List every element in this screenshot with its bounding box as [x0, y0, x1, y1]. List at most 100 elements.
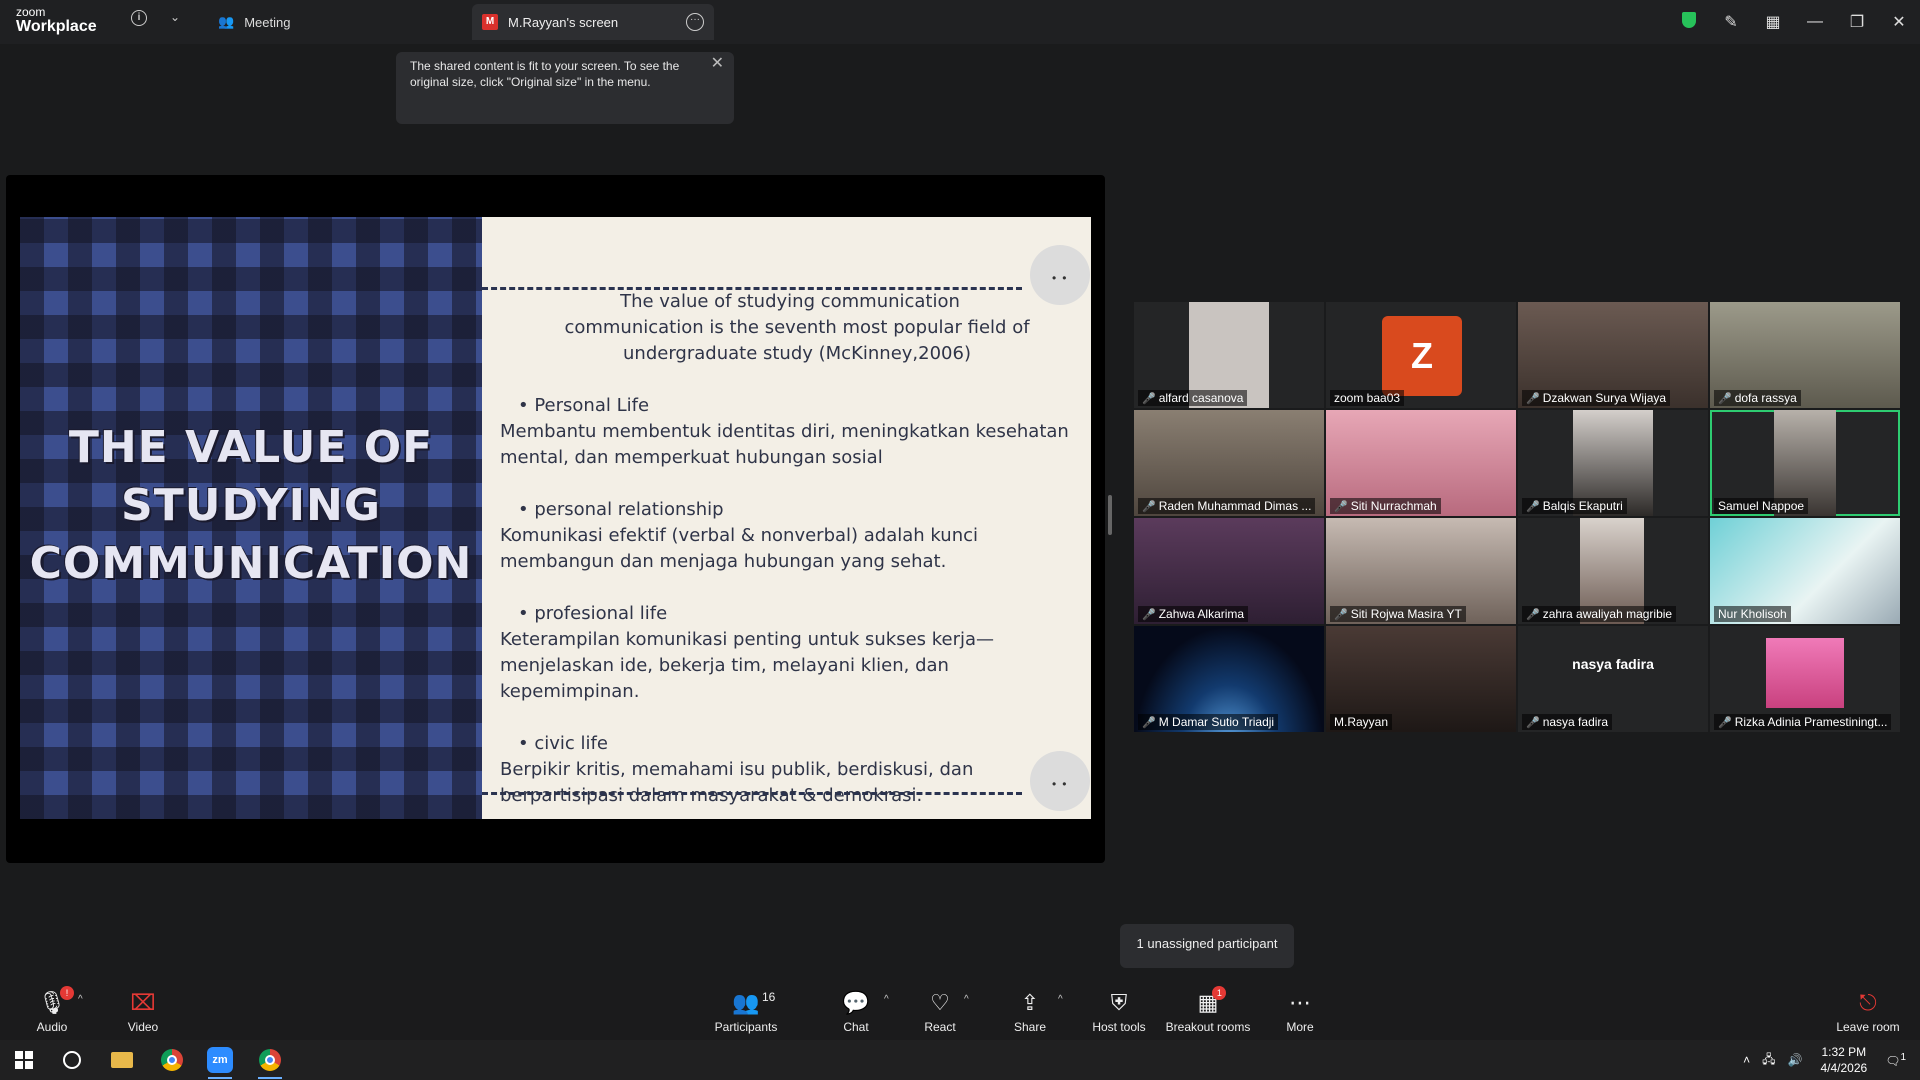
participants-button[interactable]: 👥 Participants — [710, 980, 782, 1040]
system-tray: ˄ 🖧 🔊 1:32 PM 4/4/2026 🗨1 — [1737, 1040, 1920, 1080]
heart-icon: ♡ — [930, 990, 950, 1015]
video-tile[interactable]: 🎤 zahra awaliyah magribie — [1518, 518, 1708, 624]
shared-screen-view[interactable]: THE VALUE OF STUDYING COMMUNICATION •• •… — [6, 175, 1105, 863]
participant-name: zahra awaliyah magribie — [1542, 607, 1673, 621]
participants-icon: 👥 — [732, 990, 760, 1015]
breakout-rooms-button[interactable]: ▦ 1 Breakout rooms — [1162, 980, 1254, 1040]
chrome-icon — [259, 1049, 281, 1071]
zoom-app-icon: zm — [207, 1047, 233, 1073]
participant-name: dofa rassya — [1734, 391, 1797, 405]
show-hidden-icons-icon[interactable]: ˄ — [1737, 1053, 1756, 1067]
annotate-pencil-icon[interactable]: ✎ — [1710, 12, 1752, 32]
share-options-caret[interactable]: ^ — [1058, 994, 1063, 1005]
video-tile[interactable]: 🎤 dofa rassya — [1710, 302, 1900, 408]
minimize-icon[interactable]: — — [1794, 13, 1836, 31]
security-shield-icon[interactable] — [1668, 11, 1710, 33]
mic-muted-icon: 🎤 — [1142, 392, 1156, 405]
video-tile[interactable]: 🎤 Zahwa Alkarima — [1134, 518, 1324, 624]
participant-name: Nur Kholisoh — [1718, 607, 1787, 621]
taskbar-chrome[interactable] — [148, 1040, 196, 1080]
taskbar-zoom[interactable]: zm — [196, 1040, 244, 1080]
leave-room-button[interactable]: ⎋ Leave room — [1832, 980, 1904, 1040]
video-tile[interactable]: 🎤 Raden Muhammad Dimas ... — [1134, 410, 1324, 516]
search-icon — [63, 1051, 81, 1069]
video-tile[interactable]: nasya fadira 🎤 nasya fadira — [1518, 626, 1708, 732]
windows-taskbar: zm ˄ 🖧 🔊 1:32 PM 4/4/2026 🗨1 — [0, 1040, 1920, 1080]
notifications-icon[interactable]: 🗨1 — [1879, 1052, 1920, 1068]
paragraph-civic-life: Berpikir kritis, memahami isu publik, be… — [500, 759, 974, 806]
window-controls: ✎ ▦ — ❐ ✕ — [1668, 0, 1920, 44]
mic-muted-icon: 🎤 — [1142, 716, 1156, 729]
more-button[interactable]: ⋯ More — [1280, 980, 1320, 1040]
mic-muted-icon: 🎤 — [1142, 608, 1156, 621]
mic-muted-icon: 🎤 — [1142, 500, 1156, 513]
chrome-icon — [161, 1049, 183, 1071]
bullet-civic-life: civic life — [500, 731, 1080, 757]
audio-options-caret[interactable]: ^ — [78, 994, 83, 1005]
react-button[interactable]: ♡ React — [920, 980, 960, 1040]
taskbar-file-explorer[interactable] — [98, 1040, 146, 1080]
volume-icon[interactable]: 🔊 — [1782, 1053, 1809, 1067]
bullet-personal-life: Personal Life — [500, 393, 1080, 419]
taskbar-chrome-2[interactable] — [246, 1040, 294, 1080]
chat-button[interactable]: 💬 Chat — [836, 980, 876, 1040]
fit-screen-notification: The shared content is fit to your screen… — [396, 52, 734, 124]
participant-avatar-image — [1766, 638, 1844, 708]
title-bar: zoom Workplace i ⌄ 👥 Meeting M M.Rayyan'… — [0, 0, 1920, 44]
clock-date: 4/4/2026 — [1820, 1061, 1868, 1075]
participant-name: M Damar Sutio Triadji — [1158, 715, 1275, 729]
shared-screen-tab[interactable]: M M.Rayyan's screen ··· — [472, 4, 714, 40]
share-button[interactable]: ⇪ Share — [1008, 980, 1052, 1040]
participant-name: Zahwa Alkarima — [1158, 607, 1245, 621]
audio-button[interactable]: 🎙! Audio — [30, 980, 74, 1040]
close-icon[interactable]: ✕ — [1878, 12, 1920, 32]
video-tile[interactable]: 🎤 Rizka Adinia Pramestiningt... — [1710, 626, 1900, 732]
slide-subheading: communication is the seventh most popula… — [564, 317, 1030, 364]
video-tile[interactable]: 🎤 Balqis Ekaputri — [1518, 410, 1708, 516]
meeting-tab[interactable]: 👥 Meeting — [218, 0, 290, 44]
microphone-icon: 🎙! — [38, 986, 74, 1016]
slide-left-title: THE VALUE OF STUDYING COMMUNICATION — [29, 422, 473, 589]
network-icon[interactable]: 🖧 — [1756, 1050, 1781, 1071]
host-tools-button[interactable]: ⛨ Host tools — [1084, 980, 1154, 1040]
restore-icon[interactable]: ❐ — [1836, 12, 1878, 32]
video-tile[interactable]: 🎤 M Damar Sutio Triadji — [1134, 626, 1324, 732]
participant-name: Samuel Nappoe — [1718, 499, 1805, 513]
folder-icon — [111, 1052, 133, 1068]
chat-bubble-icon: 💬 — [842, 990, 870, 1015]
video-tile[interactable]: 🎤 Siti Rojwa Masira YT — [1326, 518, 1516, 624]
plaid-panel: THE VALUE OF STUDYING COMMUNICATION — [20, 217, 482, 819]
presenter-initial-icon: M — [482, 14, 498, 30]
notification-text: The shared content is fit to your screen… — [410, 59, 680, 89]
react-options-caret[interactable]: ^ — [964, 994, 969, 1005]
clock-time: 1:32 PM — [1821, 1045, 1867, 1059]
mic-muted-icon: 🎤 — [1334, 608, 1348, 621]
layout-icon[interactable]: ▦ — [1752, 12, 1794, 32]
presentation-slide: THE VALUE OF STUDYING COMMUNICATION •• •… — [20, 217, 1091, 819]
video-button[interactable]: ⌧ Video — [120, 980, 166, 1040]
video-tile[interactable]: Nur Kholisoh — [1710, 518, 1900, 624]
participant-avatar: Z — [1382, 316, 1462, 396]
mic-muted-icon: 🎤 — [1718, 716, 1732, 729]
view-options-icon[interactable]: ··· — [686, 13, 704, 31]
chat-options-caret[interactable]: ^ — [884, 994, 889, 1005]
meeting-info-icon[interactable]: i — [131, 10, 147, 26]
slide-content: The value of studying communication comm… — [500, 289, 1080, 809]
breakout-grid-icon: ▦ 1 — [1198, 986, 1227, 1016]
close-notification-icon[interactable]: ✕ — [711, 56, 724, 72]
zoom-workplace-logo: zoom Workplace — [16, 5, 97, 35]
participant-name: Dzakwan Surya Wijaya — [1542, 391, 1667, 405]
start-button[interactable] — [0, 1040, 48, 1080]
bullet-profesional-life: profesional life — [500, 601, 1080, 627]
participant-name: nasya fadira — [1542, 715, 1609, 729]
video-tile[interactable]: 🎤 Siti Nurrachmah — [1326, 410, 1516, 516]
video-tile[interactable]: Z zoom baa03 — [1326, 302, 1516, 408]
video-tile[interactable]: M.Rayyan — [1326, 626, 1516, 732]
video-tile-active-speaker[interactable]: Samuel Nappoe — [1710, 410, 1900, 516]
taskbar-search[interactable] — [48, 1040, 96, 1080]
chevron-down-icon[interactable]: ⌄ — [170, 10, 180, 24]
taskbar-clock[interactable]: 1:32 PM 4/4/2026 — [1808, 1044, 1879, 1076]
video-tile[interactable]: 🎤 alfard casanova — [1134, 302, 1324, 408]
video-tile[interactable]: 🎤 Dzakwan Surya Wijaya — [1518, 302, 1708, 408]
panel-resize-handle[interactable] — [1108, 495, 1112, 535]
